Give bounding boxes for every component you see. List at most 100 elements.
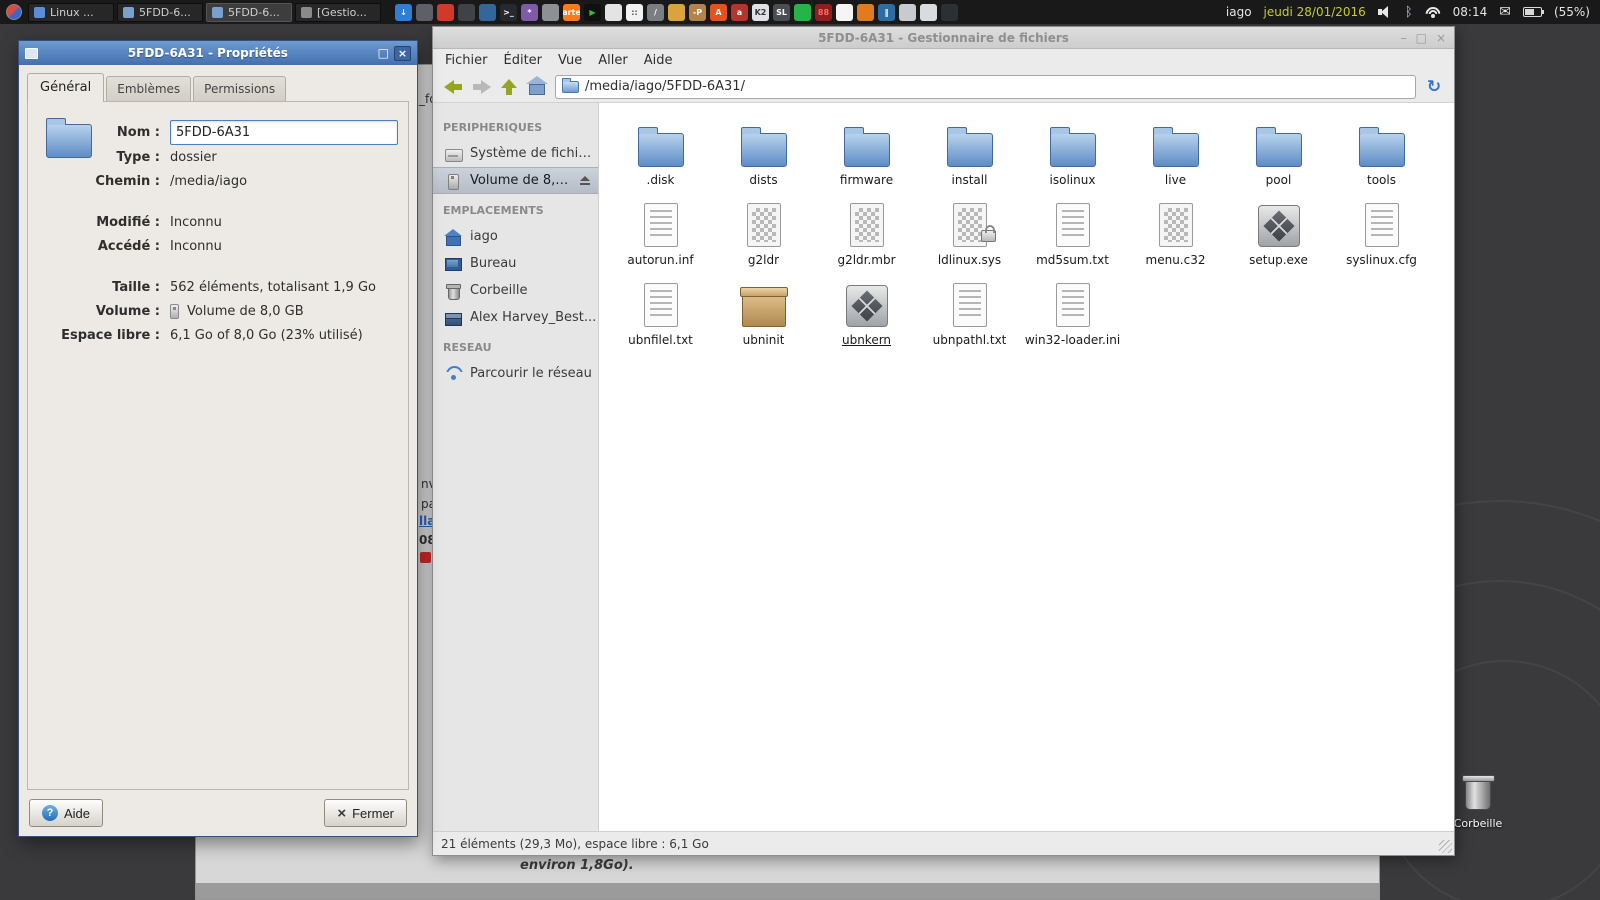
led-icon[interactable]: 88: [815, 3, 832, 21]
arte-icon[interactable]: arte: [563, 3, 580, 21]
taskbar-button[interactable]: 5FDD-6...: [206, 2, 292, 22]
file-dists[interactable]: dists: [712, 117, 815, 197]
taskbar-button[interactable]: Linux ...: [28, 2, 114, 22]
tab-emblèmes[interactable]: Emblèmes: [106, 76, 192, 102]
file-win32-loader.ini[interactable]: win32-loader.ini: [1021, 277, 1124, 357]
home-button[interactable]: [523, 74, 551, 100]
display-icon[interactable]: [899, 3, 916, 21]
sidebar-item-drive[interactable]: Système de fichiers: [433, 140, 598, 167]
fm-menubar: Fichier Éditer Vue Aller Aide: [433, 49, 1454, 71]
file-.disk[interactable]: .disk: [609, 117, 712, 197]
file-isolinux[interactable]: isolinux: [1021, 117, 1124, 197]
help-button[interactable]: ? Aide: [29, 799, 104, 827]
sidebar-item-trash[interactable]: Corbeille: [433, 277, 598, 304]
background-window-statusbar: [196, 883, 1379, 899]
file-syslinux.cfg[interactable]: syslinux.cfg: [1330, 197, 1433, 277]
tab-permissions[interactable]: Permissions: [193, 76, 287, 102]
panda-icon[interactable]: [605, 3, 622, 21]
props-titlebar[interactable]: 5FDD-6A31 - Propriétés □ ×: [19, 41, 417, 65]
minimize-icon[interactable]: –: [1401, 31, 1407, 45]
sidebar-item-home[interactable]: iago: [433, 223, 598, 250]
volume-icon[interactable]: [1377, 6, 1393, 18]
desktop-icon: [445, 256, 462, 272]
applications-menu-icon[interactable]: [6, 4, 22, 20]
sl-icon[interactable]: SL: [773, 3, 790, 21]
name-input[interactable]: [170, 120, 398, 145]
tab-général[interactable]: Général: [27, 73, 105, 102]
resize-grip[interactable]: [1439, 840, 1452, 853]
file-menu.c32[interactable]: menu.c32: [1124, 197, 1227, 277]
knife-icon[interactable]: /: [647, 3, 664, 21]
file-ldlinux.sys[interactable]: ldlinux.sys: [918, 197, 1021, 277]
taskbar-button[interactable]: [Gestio...: [295, 2, 381, 22]
wifi-icon[interactable]: [1425, 6, 1441, 18]
props-footer: ? Aide × Fermer: [19, 790, 417, 836]
forward-button[interactable]: [467, 74, 495, 100]
refresh-button[interactable]: ↻: [1420, 74, 1448, 100]
maximize-icon[interactable]: □: [378, 46, 389, 60]
close-icon[interactable]: ×: [1436, 31, 1446, 45]
file-tools[interactable]: tools: [1330, 117, 1433, 197]
taskbar-button[interactable]: 5FDD-6...: [117, 2, 203, 22]
clock-time[interactable]: 08:14: [1453, 5, 1488, 19]
drop-icon[interactable]: [857, 3, 874, 21]
menu-aller[interactable]: Aller: [590, 51, 635, 70]
close-dialog-button[interactable]: × Fermer: [324, 799, 407, 827]
file-autorun.inf[interactable]: autorun.inf: [609, 197, 712, 277]
file-ubnfilel.txt[interactable]: ubnfilel.txt: [609, 277, 712, 357]
menu-fichier[interactable]: Fichier: [437, 51, 496, 70]
mixer-icon[interactable]: ‖: [878, 3, 895, 21]
maximize-icon[interactable]: □: [1416, 31, 1427, 45]
file-pool[interactable]: pool: [1227, 117, 1330, 197]
file-firmware[interactable]: firmware: [815, 117, 918, 197]
desktop-trash-icon[interactable]: Corbeille: [1452, 775, 1504, 830]
magic-icon[interactable]: *: [521, 3, 538, 21]
bluetooth-icon[interactable]: ᛒ: [1405, 5, 1413, 20]
juggling-icon[interactable]: [668, 3, 685, 21]
file-md5sum.txt[interactable]: md5sum.txt: [1021, 197, 1124, 277]
fm-files-area[interactable]: .disk dists firmware install isolinux live poo…: [599, 103, 1454, 831]
keyboard-icon[interactable]: K2: [752, 3, 769, 21]
app-window-icon: [301, 6, 312, 18]
domino-icon[interactable]: [836, 3, 853, 21]
file-install[interactable]: install: [918, 117, 1021, 197]
phone-icon[interactable]: [941, 3, 958, 21]
menu-vue[interactable]: Vue: [550, 51, 590, 70]
file-g2ldr.mbr[interactable]: g2ldr.mbr: [815, 197, 918, 277]
mail-icon[interactable]: ✉: [1499, 4, 1511, 20]
sidebar-item-desktop[interactable]: Bureau: [433, 250, 598, 277]
menu-aide[interactable]: Aide: [636, 51, 681, 70]
back-button[interactable]: [439, 74, 467, 100]
menu-éditer[interactable]: Éditer: [496, 51, 551, 70]
file-ubnkern[interactable]: ubnkern: [815, 277, 918, 357]
file-g2ldr[interactable]: g2ldr: [712, 197, 815, 277]
record-icon[interactable]: [437, 3, 454, 21]
terminal-icon[interactable]: >_: [500, 3, 517, 21]
file-ubninit[interactable]: ubninit: [712, 277, 815, 357]
downloader-icon[interactable]: ↓: [395, 3, 412, 21]
letter-icon[interactable]: a: [731, 3, 748, 21]
file-setup.exe[interactable]: setup.exe: [1227, 197, 1330, 277]
file-icon-wrap: [1049, 119, 1096, 169]
path-bar[interactable]: /media/iago/5FDD-6A31/: [555, 74, 1416, 99]
flame-icon[interactable]: A: [710, 3, 727, 21]
gallery-icon[interactable]: [479, 3, 496, 21]
screenshot-icon[interactable]: [416, 3, 433, 21]
eject-icon[interactable]: [580, 176, 590, 185]
file-live[interactable]: live: [1124, 117, 1227, 197]
clock-date[interactable]: jeudi 28/01/2016: [1264, 5, 1366, 19]
close-icon[interactable]: ×: [394, 45, 411, 61]
sidebar-item-volume[interactable]: Volume de 8,0...: [433, 167, 598, 194]
usb-icon[interactable]: [920, 3, 937, 21]
file-ubnpathl.txt[interactable]: ubnpathl.txt: [918, 277, 1021, 357]
dice-icon[interactable]: ::: [626, 3, 643, 21]
sidebar-item-box[interactable]: Alex Harvey_Best...: [433, 304, 598, 331]
pin-icon[interactable]: -P: [689, 3, 706, 21]
sidebar-item-network[interactable]: Parcourir le réseau: [433, 360, 598, 387]
player-icon[interactable]: ▶: [584, 3, 601, 21]
green-status-icon[interactable]: [794, 3, 811, 21]
up-button[interactable]: [495, 74, 523, 100]
webcam-icon[interactable]: [458, 3, 475, 21]
fm-titlebar[interactable]: 5FDD-6A31 - Gestionnaire de fichiers – □…: [433, 27, 1454, 49]
gimp-icon[interactable]: [542, 3, 559, 21]
